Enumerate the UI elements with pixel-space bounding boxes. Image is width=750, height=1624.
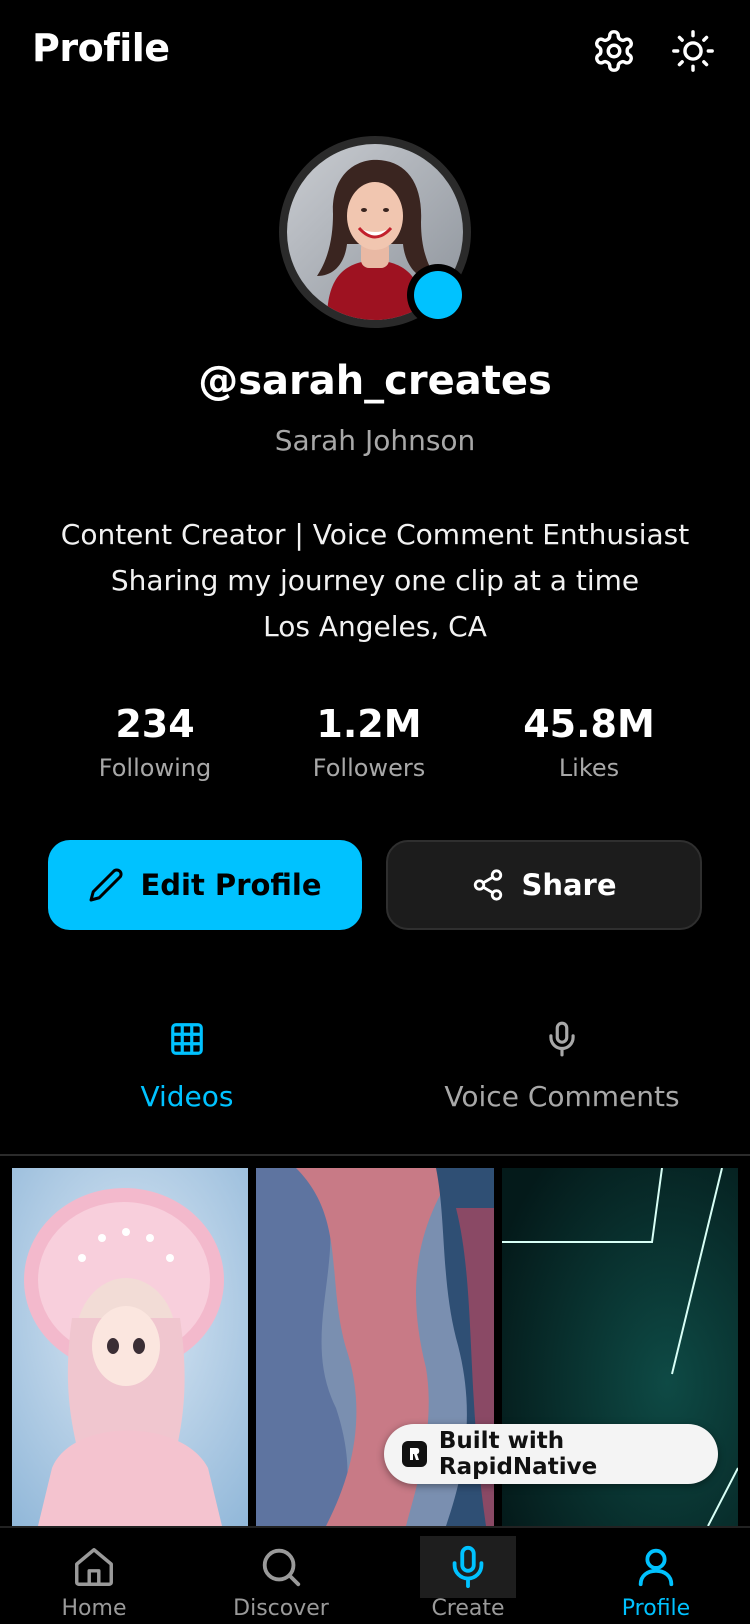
stat-following[interactable]: 234 Following xyxy=(55,700,255,782)
nav-label: Profile xyxy=(621,1596,691,1621)
video-thumbnail[interactable] xyxy=(12,1168,248,1526)
edit-profile-button[interactable]: Edit Profile xyxy=(48,840,362,930)
badge-label: Built with RapidNative xyxy=(438,1428,598,1480)
grid-icon xyxy=(171,1023,203,1055)
pencil-icon xyxy=(89,868,123,902)
nav-label: Home xyxy=(61,1596,127,1621)
user-icon xyxy=(638,1548,674,1587)
stat-value: 1.2M xyxy=(316,702,422,746)
stat-value: 45.8M xyxy=(523,702,655,746)
header: Profile xyxy=(0,0,750,104)
stat-followers[interactable]: 1.2M Followers xyxy=(269,700,469,782)
tab-videos[interactable]: Videos xyxy=(102,1020,272,1113)
built-with-badge[interactable]: Built with RapidNative xyxy=(384,1424,718,1484)
online-status-indicator xyxy=(407,264,469,326)
stat-label: Followers xyxy=(312,754,426,782)
stat-label: Following xyxy=(98,754,212,782)
nav-label: Create xyxy=(431,1596,505,1621)
bio-line: Los Angeles, CA xyxy=(263,610,487,643)
microphone-icon xyxy=(452,1545,484,1589)
search-icon xyxy=(262,1548,301,1587)
bio-line: Content Creator | Voice Comment Enthusia… xyxy=(60,518,690,551)
share-icon xyxy=(474,869,503,901)
settings-button[interactable] xyxy=(587,24,641,78)
tab-divider xyxy=(0,1154,750,1156)
microphone-icon xyxy=(549,1021,575,1057)
nav-label: Discover xyxy=(233,1596,329,1621)
bio-line: Sharing my journey one clip at a time xyxy=(110,564,640,597)
tab-label: Videos xyxy=(140,1080,234,1113)
share-button[interactable]: Share xyxy=(386,840,702,930)
home-icon xyxy=(75,1548,113,1586)
stat-value: 234 xyxy=(115,702,195,746)
nav-profile[interactable]: Profile xyxy=(562,1528,750,1624)
bio: Content Creator | Voice Comment Enthusia… xyxy=(0,512,750,650)
rapidnative-logo-icon xyxy=(402,1441,427,1467)
username: @sarah_creates xyxy=(198,358,552,404)
theme-toggle-button[interactable] xyxy=(666,24,720,78)
tab-label: Voice Comments xyxy=(444,1080,680,1113)
nav-create[interactable]: Create xyxy=(374,1528,562,1624)
sun-icon xyxy=(672,30,714,72)
share-label: Share xyxy=(521,868,617,902)
full-name: Sarah Johnson xyxy=(274,424,476,457)
stat-label: Likes xyxy=(558,754,620,782)
stat-likes[interactable]: 45.8M Likes xyxy=(489,700,689,782)
edit-profile-label: Edit Profile xyxy=(140,868,322,902)
page-title: Profile xyxy=(32,26,170,70)
bottom-navigation: Home Discover Create Profile xyxy=(0,1526,750,1624)
nav-discover[interactable]: Discover xyxy=(187,1528,375,1624)
gear-icon xyxy=(595,30,633,72)
avatar[interactable] xyxy=(279,136,471,328)
tab-voice-comments[interactable]: Voice Comments xyxy=(432,1020,692,1113)
nav-home[interactable]: Home xyxy=(0,1528,188,1624)
